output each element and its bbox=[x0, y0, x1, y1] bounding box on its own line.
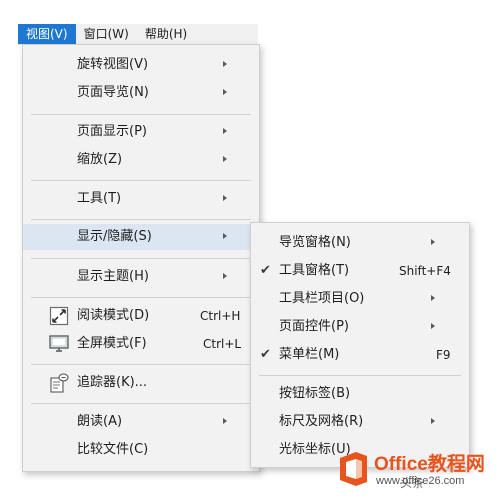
submenu-arrow-icon bbox=[223, 418, 227, 424]
submenu-item-page-controls[interactable]: 页面控件(P) bbox=[251, 314, 469, 340]
menu-item-display-theme[interactable]: 显示主题(H) bbox=[23, 264, 259, 290]
submenu-item-menu-bar[interactable]: ✔ 菜单栏(M) F9 bbox=[251, 342, 469, 368]
menu-item-label: 页面控件(P) bbox=[279, 319, 349, 334]
submenu-arrow-icon bbox=[223, 195, 227, 201]
submenu-arrow-icon bbox=[223, 89, 227, 95]
menu-separator bbox=[31, 180, 251, 181]
menu-item-shortcut: Ctrl+L bbox=[203, 337, 242, 351]
checkmark-icon: ✔ bbox=[260, 347, 271, 362]
menu-item-reading-mode[interactable]: 阅读模式(D) Ctrl+H bbox=[23, 303, 259, 329]
menu-item-label: 缩放(Z) bbox=[77, 152, 123, 167]
menu-item-shortcut: F9 bbox=[436, 348, 451, 362]
menu-item-rotate-view[interactable]: 旋转视图(V) bbox=[23, 52, 259, 78]
menu-item-compare-files[interactable]: 比较文件(C) bbox=[23, 437, 259, 463]
menu-item-label: 显示主题(H) bbox=[77, 269, 149, 284]
menu-separator bbox=[31, 114, 251, 115]
menu-item-label: 页面显示(P) bbox=[77, 124, 147, 139]
menu-item-tracker[interactable]: 追踪器(K)... bbox=[23, 370, 259, 396]
menu-item-label: 比较文件(C) bbox=[77, 442, 149, 457]
submenu-arrow-icon bbox=[223, 128, 227, 134]
menu-item-read-aloud[interactable]: 朗读(A) bbox=[23, 409, 259, 435]
menu-item-label: 菜单栏(M) bbox=[279, 347, 340, 362]
menu-item-label: 导览窗格(N) bbox=[279, 235, 351, 250]
submenu-arrow-icon bbox=[431, 323, 435, 329]
menu-separator bbox=[31, 258, 251, 259]
reading-mode-icon bbox=[49, 306, 69, 326]
menu-item-label: 工具栏项目(O) bbox=[279, 291, 365, 306]
submenu-item-button-labels[interactable]: 按钮标签(B) bbox=[251, 381, 469, 407]
menu-item-label: 工具窗格(T) bbox=[279, 263, 350, 278]
menu-separator bbox=[31, 364, 251, 365]
menu-item-label: 全屏模式(F) bbox=[77, 336, 147, 351]
fullscreen-monitor-icon bbox=[49, 335, 69, 352]
menu-item-label: 朗读(A) bbox=[77, 414, 123, 429]
view-menu: 旋转视图(V) 页面导览(N) 页面显示(P) 缩放(Z) 工具(T) 显示/隐… bbox=[22, 44, 260, 472]
watermark-overlay-text: 头条 bbox=[400, 476, 425, 490]
menu-help[interactable]: 帮助(H) bbox=[137, 24, 195, 44]
office-watermark-logo: Office教程网 www.office26.com 头条 bbox=[334, 448, 494, 492]
menu-item-shortcut: Shift+F4 bbox=[399, 264, 451, 278]
menu-window[interactable]: 窗口(W) bbox=[76, 24, 137, 44]
submenu-item-toolbar-items[interactable]: 工具栏项目(O) bbox=[251, 286, 469, 312]
submenu-item-tool-pane[interactable]: ✔ 工具窗格(T) Shift+F4 bbox=[251, 258, 469, 284]
menu-item-label: 显示/隐藏(S) bbox=[77, 229, 152, 244]
office-logo-icon bbox=[340, 452, 367, 486]
submenu-arrow-icon bbox=[431, 239, 435, 245]
menu-item-label: 页面导览(N) bbox=[77, 85, 149, 100]
submenu-arrow-icon bbox=[223, 156, 227, 162]
menu-item-shortcut: Ctrl+H bbox=[200, 309, 241, 323]
menu-item-label: 旋转视图(V) bbox=[77, 57, 149, 72]
menu-view[interactable]: 视图(V) bbox=[18, 24, 76, 44]
menu-item-label: 追踪器(K)... bbox=[77, 375, 148, 390]
watermark-brand: Office教程网 bbox=[374, 454, 485, 475]
menu-item-show-hide[interactable]: 显示/隐藏(S) bbox=[23, 224, 259, 250]
menu-item-tools[interactable]: 工具(T) bbox=[23, 186, 259, 212]
menu-item-page-navigation[interactable]: 页面导览(N) bbox=[23, 80, 259, 106]
submenu-arrow-icon bbox=[223, 273, 227, 279]
menu-separator bbox=[259, 375, 461, 376]
show-hide-submenu: 导览窗格(N) ✔ 工具窗格(T) Shift+F4 工具栏项目(O) 页面控件… bbox=[250, 222, 470, 468]
submenu-arrow-icon bbox=[223, 61, 227, 67]
menu-item-label: 按钮标签(B) bbox=[279, 386, 351, 401]
submenu-item-navigation-pane[interactable]: 导览窗格(N) bbox=[251, 230, 469, 256]
menu-separator bbox=[31, 403, 251, 404]
menu-item-label: 阅读模式(D) bbox=[77, 308, 150, 323]
menu-separator bbox=[31, 219, 251, 220]
submenu-item-rulers-grids[interactable]: 标尺及网格(R) bbox=[251, 409, 469, 435]
menu-item-label: 工具(T) bbox=[77, 191, 122, 206]
menu-item-zoom[interactable]: 缩放(Z) bbox=[23, 147, 259, 173]
menu-bar: 视图(V) 窗口(W) 帮助(H) bbox=[18, 24, 258, 45]
submenu-arrow-icon bbox=[431, 295, 435, 301]
menu-item-page-display[interactable]: 页面显示(P) bbox=[23, 119, 259, 145]
menu-item-fullscreen-mode[interactable]: 全屏模式(F) Ctrl+L bbox=[23, 331, 259, 357]
checkmark-icon: ✔ bbox=[260, 263, 271, 278]
submenu-arrow-icon bbox=[223, 233, 227, 239]
menu-item-label: 标尺及网格(R) bbox=[279, 414, 364, 429]
menu-separator bbox=[31, 297, 251, 298]
submenu-arrow-icon bbox=[431, 418, 435, 424]
tracker-icon bbox=[50, 373, 69, 393]
